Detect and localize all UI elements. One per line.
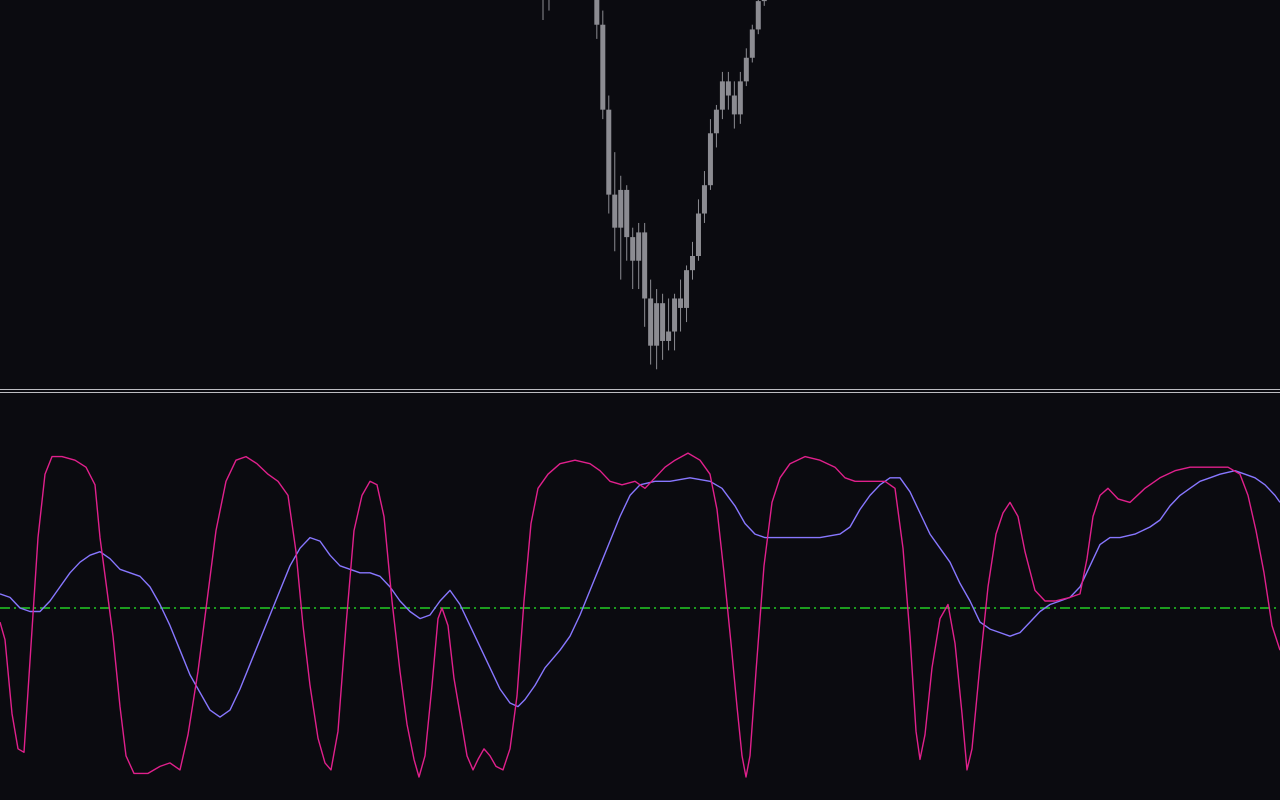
- candle-body: [701, 185, 707, 214]
- candle-body: [618, 189, 624, 228]
- candle: [749, 24, 755, 63]
- candle: [600, 10, 606, 120]
- candle-body: [737, 81, 743, 115]
- candle-body: [713, 109, 719, 134]
- candle: [624, 185, 630, 261]
- candle-body: [731, 95, 737, 115]
- candle: [707, 119, 713, 190]
- candle: [666, 298, 672, 351]
- candle-body: [666, 331, 672, 341]
- candle: [690, 241, 695, 280]
- candle-body: [630, 237, 636, 261]
- candle: [636, 222, 642, 290]
- candle-body: [642, 232, 648, 299]
- candle: [695, 199, 701, 261]
- main-line: [0, 452, 1280, 778]
- oscillator-pane[interactable]: [0, 394, 1280, 800]
- candle: [606, 95, 612, 214]
- candle-body: [684, 270, 690, 308]
- price-pane[interactable]: [0, 0, 1280, 388]
- chart-window[interactable]: [0, 0, 1280, 800]
- candle: [761, 0, 767, 6]
- oscillator-chart: [0, 452, 1280, 778]
- candle: [630, 227, 636, 290]
- candle-body: [672, 298, 678, 332]
- candle: [743, 48, 749, 87]
- candle: [612, 152, 618, 252]
- candle: [755, 0, 761, 35]
- candle: [725, 71, 731, 110]
- separator-line-bottom: [0, 392, 1280, 393]
- candlestick-chart: [542, 0, 767, 370]
- candle-body: [695, 213, 701, 256]
- candle-body: [606, 109, 612, 195]
- candle: [701, 171, 707, 223]
- candle: [618, 175, 624, 280]
- candle-body: [719, 81, 725, 110]
- candle-body: [648, 298, 654, 346]
- candle: [678, 279, 684, 332]
- candle: [713, 104, 719, 148]
- candle: [548, 0, 550, 11]
- candle: [642, 222, 648, 327]
- signal-line: [0, 469, 1280, 718]
- candle: [737, 71, 743, 124]
- candle-body: [678, 298, 684, 308]
- candle-body: [594, 0, 600, 25]
- candle: [654, 289, 660, 370]
- candle-body: [624, 189, 630, 238]
- candle: [719, 71, 725, 120]
- candle-body: [743, 57, 749, 82]
- candle: [594, 0, 600, 39]
- candle-body: [749, 29, 755, 58]
- candle-body: [761, 0, 767, 2]
- candle-body: [612, 194, 618, 228]
- candle-body: [755, 1, 761, 30]
- separator-line-top: [0, 389, 1280, 390]
- candle-body: [725, 81, 731, 96]
- candle-body: [600, 24, 606, 110]
- candle: [684, 265, 690, 323]
- candle-body: [660, 303, 666, 341]
- candle-body: [707, 133, 713, 186]
- candle: [648, 279, 654, 365]
- candle: [542, 0, 544, 20]
- candle: [660, 293, 666, 360]
- candle-body: [636, 232, 642, 261]
- candle: [731, 81, 737, 129]
- candle-body: [690, 256, 695, 271]
- candle-body: [654, 303, 660, 346]
- candle: [672, 293, 678, 351]
